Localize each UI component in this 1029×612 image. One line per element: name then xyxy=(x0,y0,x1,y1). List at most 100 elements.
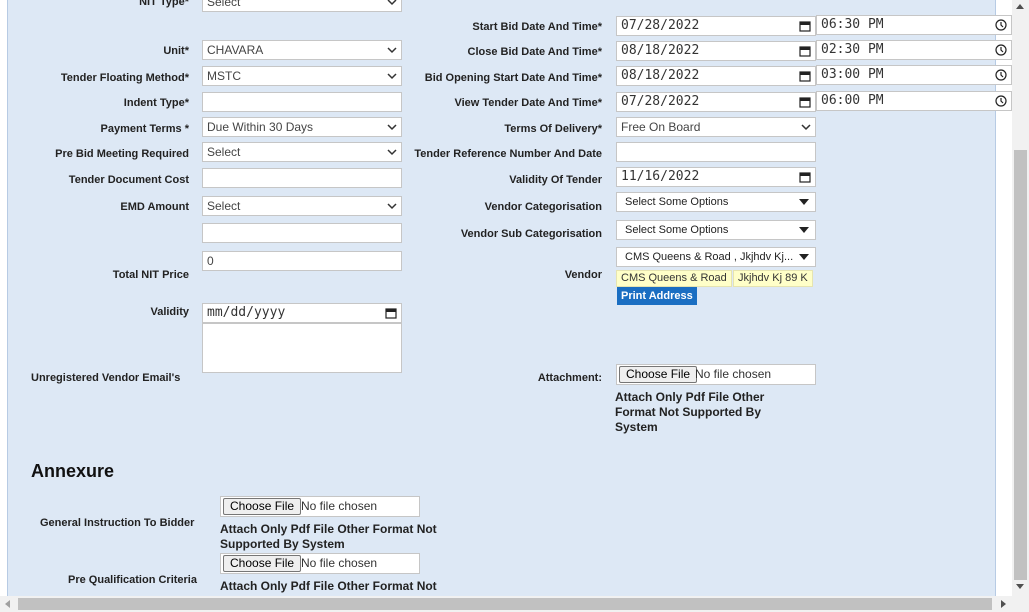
choose-file-button[interactable]: Choose File xyxy=(223,498,302,515)
tender-doc-cost-input[interactable] xyxy=(202,168,402,188)
close-bid-label: Close Bid Date And Time* xyxy=(467,46,602,58)
attachment-label: Attachment: xyxy=(537,372,602,384)
validity-date-input[interactable]: mm/dd/yyyy xyxy=(202,303,402,323)
tender-ref-input[interactable] xyxy=(616,142,816,162)
tender-doc-cost-label: Tender Document Cost xyxy=(68,174,189,186)
total-nit-label: Total NIT Price xyxy=(112,269,189,281)
validity-tender-input[interactable]: 11/16/2022 xyxy=(616,167,816,187)
payment-terms-label: Payment Terms * xyxy=(100,123,189,135)
vertical-scroll-thumb[interactable] xyxy=(1014,150,1027,580)
vendor-subcat-label: Vendor Sub Categorisation xyxy=(460,228,602,240)
calendar-icon xyxy=(799,46,811,57)
terms-delivery-value: Free On Board xyxy=(621,120,701,134)
nit-type-label: NIT Type* xyxy=(139,0,189,8)
scroll-left-icon[interactable] xyxy=(5,600,10,608)
chevron-down-icon xyxy=(387,124,397,131)
bid-open-time-input[interactable]: 03:00 PM xyxy=(816,65,1012,85)
horizontal-scrollbar[interactable] xyxy=(0,596,1029,612)
chevron-down-icon xyxy=(801,124,811,131)
unit-label: Unit* xyxy=(163,45,189,57)
chevron-down-icon xyxy=(387,0,397,6)
chevron-down-icon xyxy=(387,203,397,210)
pre-bid-label: Pre Bid Meeting Required xyxy=(55,148,189,160)
vertical-scrollbar[interactable] xyxy=(1012,0,1029,596)
validity-tender-value: 11/16/2022 xyxy=(621,169,700,184)
attach-note: Attach Only Pdf File Other Format Not Su… xyxy=(615,390,765,434)
total-nit-input[interactable]: 0 xyxy=(202,251,402,271)
scroll-up-icon[interactable] xyxy=(1016,4,1024,9)
clock-icon xyxy=(995,69,1007,81)
annexure-heading: Annexure xyxy=(31,461,115,481)
unregistered-email-textarea[interactable] xyxy=(202,323,402,373)
nit-type-value: Select xyxy=(207,0,241,9)
vendor-chip[interactable]: CMS Queens & Road xyxy=(616,270,732,287)
file-name: No file chosen xyxy=(695,367,772,381)
chevron-down-icon xyxy=(387,149,397,156)
indent-type-input[interactable] xyxy=(202,92,402,112)
vendor-label: Vendor xyxy=(564,269,602,281)
vendor-multiselect[interactable]: CMS Queens & Road , Jkjhdv Kj... xyxy=(616,247,816,267)
view-tender-time-input[interactable]: 06:00 PM xyxy=(816,91,1012,111)
clock-icon xyxy=(995,95,1007,107)
horizontal-scroll-thumb[interactable] xyxy=(18,598,992,610)
bid-open-label: Bid Opening Start Date And Time* xyxy=(424,72,602,84)
print-address-button[interactable]: Print Address xyxy=(617,287,697,305)
payment-terms-select[interactable]: Due Within 30 Days xyxy=(202,117,402,137)
caret-down-icon xyxy=(799,254,809,260)
caret-down-icon xyxy=(799,199,809,205)
vendor-value: CMS Queens & Road , Jkjhdv Kj... xyxy=(625,251,794,263)
page: NIT Type* Select Unit* CHAVARA Tender Fl… xyxy=(0,0,1029,612)
view-tender-label: View Tender Date And Time* xyxy=(454,97,602,109)
vendor-chip[interactable]: Jkjhdv Kj 89 K xyxy=(733,270,813,287)
bid-open-date: 08/18/2022 xyxy=(621,68,700,83)
tender-ref-label: Tender Reference Number And Date xyxy=(414,148,602,160)
chevron-down-icon xyxy=(387,73,397,80)
prequal-file-input[interactable]: Choose File No file chosen xyxy=(220,553,420,574)
view-tender-time: 06:00 PM xyxy=(821,93,884,108)
file-name: No file chosen xyxy=(301,499,378,513)
payment-terms-value: Due Within 30 Days xyxy=(207,120,314,134)
bid-open-date-input[interactable]: 08/18/2022 xyxy=(616,66,816,86)
scroll-down-icon[interactable] xyxy=(1016,584,1024,589)
unit-value: CHAVARA xyxy=(207,43,264,57)
start-bid-label: Start Bid Date And Time* xyxy=(472,21,602,33)
emd-select[interactable]: Select xyxy=(202,196,402,216)
unit-select[interactable]: CHAVARA xyxy=(202,40,402,60)
terms-delivery-select[interactable]: Free On Board xyxy=(616,117,816,137)
scroll-right-icon[interactable] xyxy=(1001,600,1006,608)
calendar-icon xyxy=(799,71,811,82)
choose-file-button[interactable]: Choose File xyxy=(619,366,698,383)
close-bid-time: 02:30 PM xyxy=(821,42,884,57)
prequal-note: Attach Only Pdf File Other Format Not xyxy=(220,579,437,593)
vendor-subcat-multiselect[interactable]: Select Some Options xyxy=(616,220,816,240)
unregistered-email-label: Unregistered Vendor Email's xyxy=(31,372,181,384)
close-bid-date-input[interactable]: 08/18/2022 xyxy=(616,41,816,61)
general-instruction-file-input[interactable]: Choose File No file chosen xyxy=(220,496,420,517)
vendor-cat-value: Select Some Options xyxy=(625,196,729,208)
clock-icon xyxy=(995,19,1007,31)
validity-value: mm/dd/yyyy xyxy=(207,305,286,320)
clock-icon xyxy=(995,44,1007,56)
terms-delivery-label: Terms Of Delivery* xyxy=(504,123,602,135)
start-bid-date-input[interactable]: 07/28/2022 xyxy=(616,16,816,36)
attachment-file-input[interactable]: Choose File No file chosen xyxy=(616,364,816,385)
bid-open-time: 03:00 PM xyxy=(821,67,884,82)
view-tender-date: 07/28/2022 xyxy=(621,94,700,109)
indent-type-label: Indent Type* xyxy=(123,97,189,109)
tender-floating-label: Tender Floating Method* xyxy=(60,72,189,84)
close-bid-time-input[interactable]: 02:30 PM xyxy=(816,40,1012,60)
calendar-icon xyxy=(799,172,811,183)
nit-type-select[interactable]: Select xyxy=(202,0,402,12)
start-bid-time: 06:30 PM xyxy=(821,17,884,32)
start-bid-time-input[interactable]: 06:30 PM xyxy=(816,15,1012,35)
tender-floating-value: MSTC xyxy=(207,69,241,83)
vendor-cat-multiselect[interactable]: Select Some Options xyxy=(616,192,816,212)
emd-extra-input[interactable] xyxy=(202,223,402,243)
choose-file-button[interactable]: Choose File xyxy=(223,555,302,572)
start-bid-date: 07/28/2022 xyxy=(621,18,700,33)
calendar-icon xyxy=(799,21,811,32)
tender-floating-select[interactable]: MSTC xyxy=(202,66,402,86)
view-tender-date-input[interactable]: 07/28/2022 xyxy=(616,92,816,112)
general-instruction-label: General Instruction To Bidder xyxy=(40,517,195,529)
pre-bid-select[interactable]: Select xyxy=(202,142,402,162)
